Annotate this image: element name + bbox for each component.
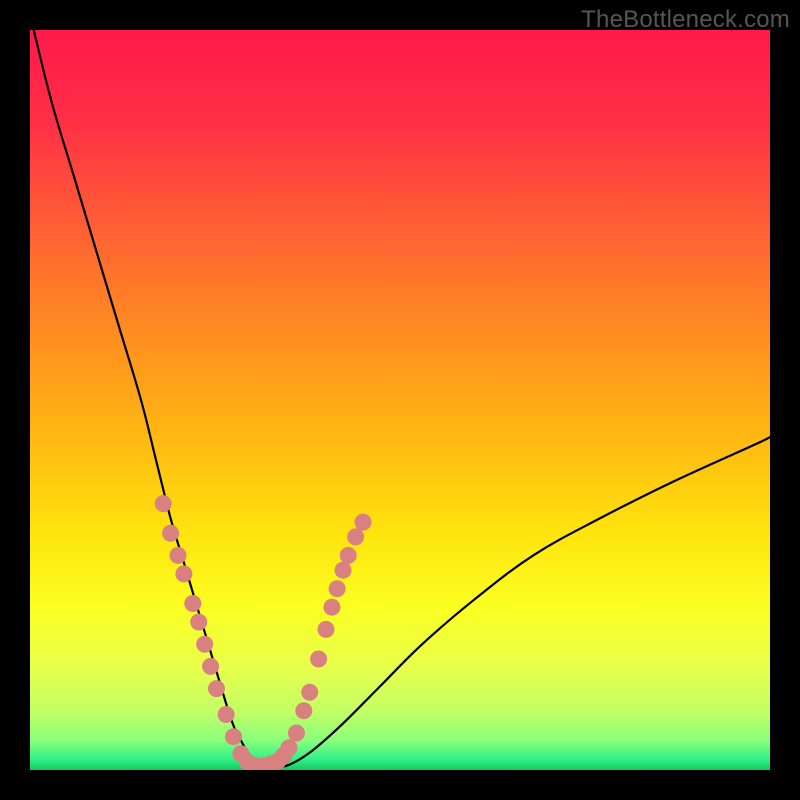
data-marker (347, 528, 364, 545)
data-marker (323, 599, 340, 616)
data-marker (155, 495, 172, 512)
data-marker (225, 728, 242, 745)
data-marker (288, 725, 305, 742)
data-marker (335, 562, 352, 579)
data-marker (162, 525, 179, 542)
chart-root: TheBottleneck.com (0, 0, 800, 800)
data-marker (329, 580, 346, 597)
data-marker (355, 514, 372, 531)
data-marker (196, 636, 213, 653)
plot-area (30, 30, 770, 770)
data-marker (202, 658, 219, 675)
chart-svg (30, 30, 770, 770)
data-marker (310, 651, 327, 668)
data-marker (340, 547, 357, 564)
data-marker (281, 739, 298, 756)
data-marker (175, 565, 192, 582)
data-marker (218, 706, 235, 723)
data-marker (170, 547, 187, 564)
data-marker (318, 621, 335, 638)
data-marker (190, 614, 207, 631)
data-marker (301, 684, 318, 701)
data-marker (208, 680, 225, 697)
data-marker (295, 702, 312, 719)
data-marker (184, 595, 201, 612)
